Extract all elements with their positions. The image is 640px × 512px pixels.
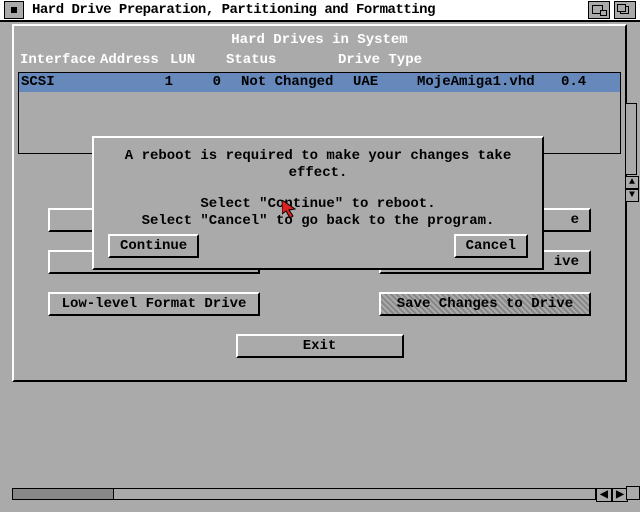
- h-scroll-left-icon[interactable]: ◀: [596, 488, 612, 502]
- window-h-scrollbar[interactable]: ◀ ▶: [12, 488, 628, 500]
- dialog-line1: A reboot is required to make your change…: [104, 148, 532, 182]
- window-zoom-gadget[interactable]: [588, 1, 610, 19]
- exit-button[interactable]: Exit: [236, 334, 404, 358]
- window-close-gadget[interactable]: [4, 1, 24, 19]
- cell-type-b: MojeAmiga1.vhd: [417, 74, 561, 91]
- h-scroll-thumb[interactable]: [13, 489, 114, 499]
- col-type: Drive Type: [338, 52, 619, 68]
- dialog-line3: Select "Cancel" to go back to the progra…: [104, 213, 532, 230]
- cell-lun: 0: [173, 74, 221, 91]
- scroll-down-icon[interactable]: ▼: [625, 189, 639, 202]
- window-resize-gadget[interactable]: [626, 486, 640, 500]
- cell-type-a: UAE: [353, 74, 417, 91]
- list-scrollbar[interactable]: ▲ ▼: [625, 102, 637, 203]
- drive-row[interactable]: SCSI 1 0 Not Changed UAE MojeAmiga1.vhd …: [19, 73, 620, 92]
- col-interface: Interface: [20, 52, 100, 68]
- continue-button[interactable]: Continue: [108, 234, 199, 258]
- scroll-up-icon[interactable]: ▲: [625, 176, 639, 189]
- window-title: Hard Drive Preparation, Partitioning and…: [26, 2, 584, 18]
- drives-heading: Hard Drives in System: [14, 26, 625, 50]
- save-changes-button[interactable]: Save Changes to Drive: [379, 292, 591, 316]
- dialog-line2: Select "Continue" to reboot.: [104, 196, 532, 213]
- column-headers: Interface Address LUN Status Drive Type: [14, 50, 625, 70]
- col-address: Address: [100, 52, 170, 68]
- col-lun: LUN: [170, 52, 226, 68]
- scrollbar-track[interactable]: [625, 103, 637, 175]
- cell-status: Not Changed: [221, 74, 353, 91]
- reboot-dialog: A reboot is required to make your change…: [92, 136, 544, 270]
- window-depth-gadget[interactable]: [614, 1, 636, 19]
- low-level-format-button[interactable]: Low-level Format Drive: [48, 292, 260, 316]
- col-status: Status: [226, 52, 338, 68]
- h-scroll-track[interactable]: [12, 488, 596, 500]
- cell-extra: 0.4: [561, 74, 586, 91]
- cell-interface: SCSI: [21, 74, 117, 91]
- cancel-button[interactable]: Cancel: [454, 234, 528, 258]
- cell-address: 1: [117, 74, 173, 91]
